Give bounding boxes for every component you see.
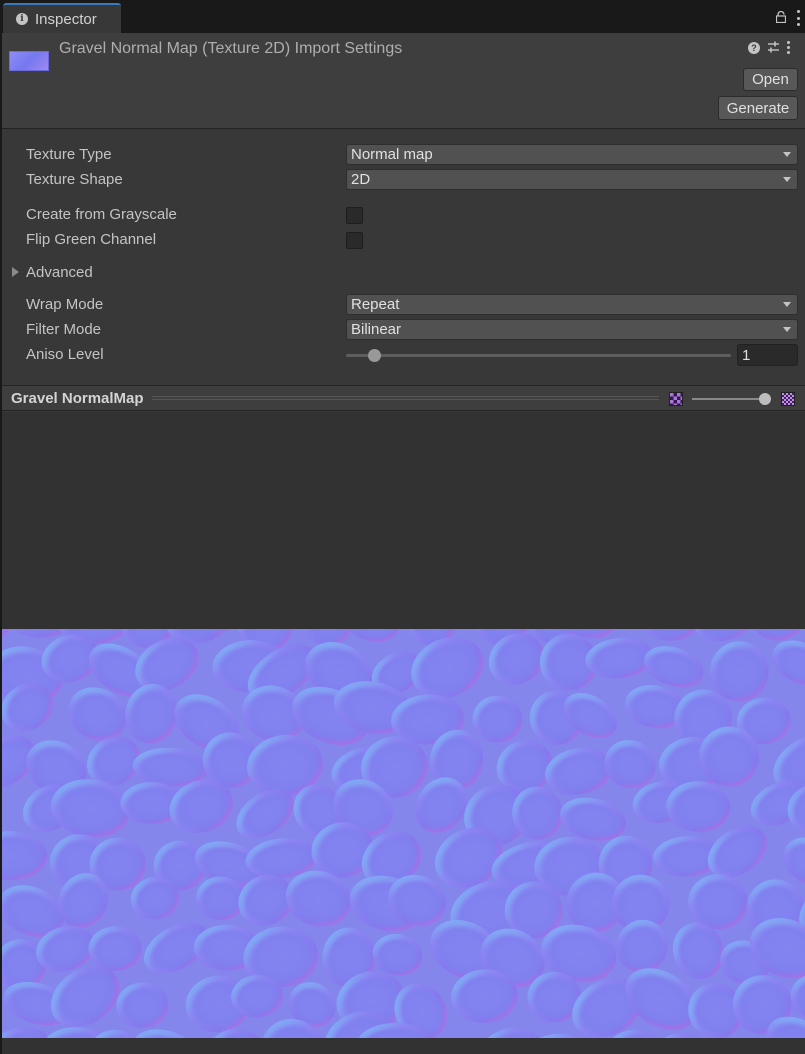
create-from-grayscale-label: Create from Grayscale <box>26 206 177 223</box>
tab-label: Inspector <box>35 10 97 28</box>
aniso-level-slider-handle[interactable] <box>368 349 381 362</box>
preview-header: Gravel NormalMap <box>2 385 805 411</box>
wrap-mode-label: Wrap Mode <box>26 296 104 313</box>
mip-small-icon <box>669 392 683 406</box>
importer-header: Gravel Normal Map (Texture 2D) Import Se… <box>2 33 805 129</box>
filter-mode-label: Filter Mode <box>26 321 102 338</box>
lock-icon[interactable] <box>776 11 786 23</box>
texture-type-label: Texture Type <box>26 146 112 163</box>
tab-bar: i Inspector <box>0 0 805 33</box>
header-icons: ? <box>748 41 791 54</box>
header-title: Gravel Normal Map (Texture 2D) Import Se… <box>59 40 403 57</box>
create-from-grayscale-checkbox[interactable] <box>346 207 363 224</box>
info-icon: i <box>16 13 28 25</box>
chevron-down-icon <box>783 177 791 182</box>
aniso-level-slider[interactable] <box>346 354 731 357</box>
filter-mode-dropdown[interactable]: Bilinear <box>346 319 798 340</box>
filter-mode-value: Bilinear <box>351 321 402 338</box>
aniso-level-label: Aniso Level <box>26 346 104 363</box>
aniso-level-input[interactable]: 1 <box>737 344 798 366</box>
tab-inspector[interactable]: i Inspector <box>3 3 121 33</box>
wrap-mode-dropdown[interactable]: Repeat <box>346 294 798 315</box>
mip-level-slider[interactable] <box>692 398 762 400</box>
chevron-down-icon <box>783 152 791 157</box>
flip-green-channel-checkbox[interactable] <box>346 232 363 249</box>
generate-button[interactable]: Generate <box>718 96 798 120</box>
mip-level-slider-handle[interactable] <box>759 393 771 405</box>
help-icon[interactable]: ? <box>748 41 760 54</box>
preview-divider <box>152 396 659 400</box>
foldout-arrow-icon[interactable] <box>12 267 19 277</box>
wrap-mode-value: Repeat <box>351 296 400 313</box>
preview-title: Gravel NormalMap <box>11 390 144 407</box>
open-button[interactable]: Open <box>743 68 798 91</box>
texture-type-value: Normal map <box>351 146 433 163</box>
normal-map-preview-image <box>2 629 805 1038</box>
preview-area[interactable] <box>2 412 805 1054</box>
texture-type-dropdown[interactable]: Normal map <box>346 144 798 165</box>
tab-menu-icon[interactable] <box>797 10 801 26</box>
advanced-foldout[interactable]: Advanced <box>26 264 93 281</box>
flip-green-channel-label: Flip Green Channel <box>26 231 157 248</box>
texture-thumbnail <box>9 51 49 71</box>
presets-icon[interactable] <box>767 41 780 54</box>
context-menu-icon[interactable] <box>787 41 791 54</box>
texture-shape-dropdown[interactable]: 2D <box>346 169 798 190</box>
chevron-down-icon <box>783 327 791 332</box>
inspector-panel: Gravel Normal Map (Texture 2D) Import Se… <box>2 33 805 1054</box>
texture-shape-value: 2D <box>351 171 371 188</box>
chevron-down-icon <box>783 302 791 307</box>
texture-shape-label: Texture Shape <box>26 171 123 188</box>
mip-large-icon <box>781 392 795 406</box>
